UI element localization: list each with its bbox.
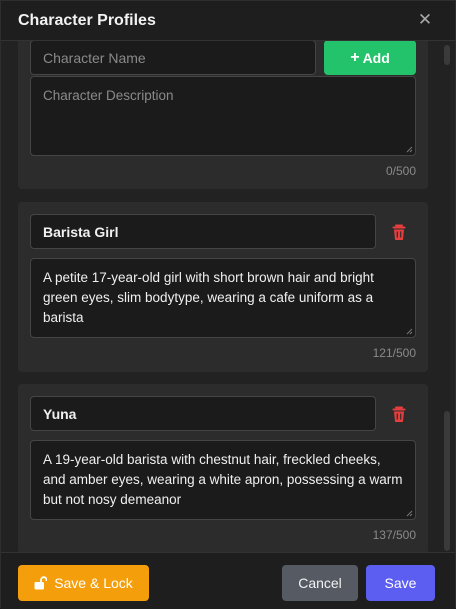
dialog-header: Character Profiles ✕: [1, 1, 455, 41]
resize-grip-icon[interactable]: [406, 146, 413, 153]
character-description-text: A petite 17-year-old girl with short bro…: [43, 270, 374, 325]
character-profiles-dialog: Character Profiles ✕ Character Name + Ad…: [0, 0, 456, 609]
character-card: Barista Girl A petite 17-year-old girl w…: [18, 202, 428, 372]
character-description-field[interactable]: A petite 17-year-old girl with short bro…: [30, 258, 416, 338]
description-placeholder: Character Description: [43, 88, 174, 103]
resize-grip-icon[interactable]: [406, 328, 413, 335]
trash-icon[interactable]: [391, 223, 407, 241]
character-card: Yuna A 19-year-old barista with chestnut…: [18, 384, 428, 552]
character-name-input[interactable]: Character Name: [30, 41, 316, 75]
dialog-footer: Save & Lock Cancel Save: [1, 552, 455, 609]
new-character-card: Character Name + Add Character Descripti…: [18, 41, 428, 189]
trash-icon[interactable]: [391, 405, 407, 423]
cancel-button[interactable]: Cancel: [282, 565, 358, 601]
add-button-label: Add: [362, 49, 390, 66]
character-description-field[interactable]: A 19-year-old barista with chestnut hair…: [30, 440, 416, 520]
add-character-button[interactable]: + Add: [324, 41, 416, 75]
character-counter: 137/500: [372, 528, 416, 542]
close-icon[interactable]: ✕: [416, 9, 434, 31]
save-button[interactable]: Save: [366, 565, 435, 601]
scrollbar-thumb[interactable]: [444, 411, 450, 551]
save-and-lock-button[interactable]: Save & Lock: [18, 565, 149, 601]
unlock-icon: [34, 576, 48, 590]
resize-grip-icon[interactable]: [406, 510, 413, 517]
character-description-input[interactable]: Character Description: [30, 76, 416, 156]
save-and-lock-label: Save & Lock: [54, 575, 133, 591]
dialog-body: Character Name + Add Character Descripti…: [1, 41, 455, 552]
plus-icon: +: [350, 48, 360, 66]
character-counter: 121/500: [372, 346, 416, 360]
dialog-title: Character Profiles: [18, 12, 156, 29]
character-counter: 0/500: [385, 164, 416, 178]
scrollbar-thumb-top[interactable]: [444, 45, 450, 65]
character-name-field[interactable]: Yuna: [30, 396, 376, 431]
character-name-field[interactable]: Barista Girl: [30, 214, 376, 249]
character-description-text: A 19-year-old barista with chestnut hair…: [43, 452, 403, 507]
